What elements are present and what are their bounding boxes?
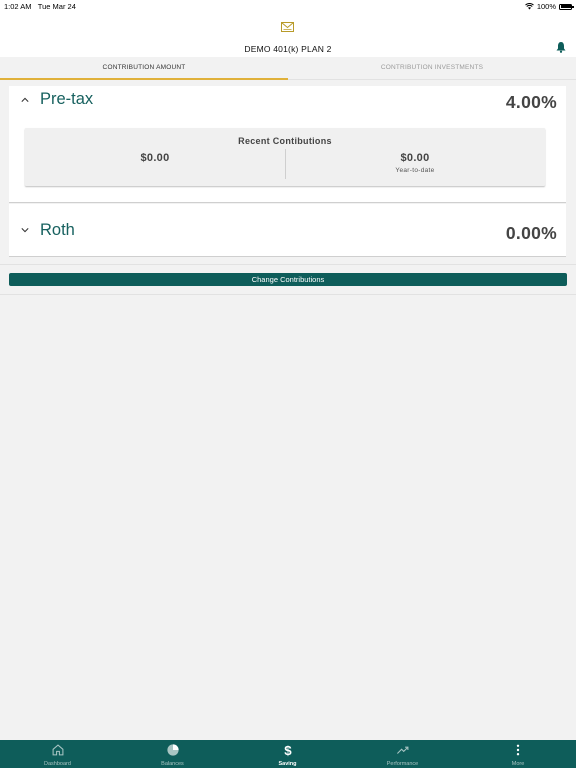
bottom-navigation: Dashboard Balances $ Saving Performance …	[0, 740, 576, 768]
recent-contributions-title: Recent Contibutions	[238, 136, 332, 146]
nav-saving[interactable]: $ Saving	[230, 740, 345, 768]
roth-card: Roth 0.00%	[9, 204, 566, 257]
nav-dashboard-label: Dashboard	[44, 761, 71, 767]
nav-more[interactable]: More	[460, 740, 576, 768]
nav-saving-label: Saving	[278, 761, 297, 767]
nav-performance[interactable]: Performance	[345, 740, 460, 768]
home-icon	[52, 744, 63, 756]
status-time-date: 1:02 AM Tue Mar 24	[4, 2, 76, 11]
tab-contribution-investments[interactable]: CONTRIBUTION INVESTMENTS	[288, 57, 576, 80]
plan-logo-icon	[281, 22, 294, 32]
status-bar: 1:02 AM Tue Mar 24 100%	[0, 0, 576, 14]
battery-percent: 100%	[536, 2, 556, 11]
pretax-card: Pre-tax 4.00% Recent Contibutions $0.00 …	[9, 86, 566, 203]
more-vertical-icon	[516, 744, 520, 756]
nav-more-label: More	[511, 761, 525, 767]
ytd-caption: Year-to-date	[395, 167, 435, 174]
tab-contribution-amount[interactable]: CONTRIBUTION AMOUNT	[0, 57, 288, 80]
recent-contributions-panel: Recent Contibutions $0.00 $0.00 Year-to-…	[25, 128, 545, 186]
chevron-down-icon[interactable]	[21, 227, 29, 233]
nav-balances[interactable]: Balances	[115, 740, 230, 768]
status-right: 100%	[524, 2, 574, 11]
contribution-tabs: CONTRIBUTION AMOUNT CONTRIBUTION INVESTM…	[0, 57, 576, 80]
app-header: DEMO 401(k) PLAN 2	[0, 14, 576, 57]
nav-dashboard[interactable]: Dashboard	[0, 740, 115, 768]
nav-balances-label: Balances	[161, 761, 184, 767]
notification-bell-icon[interactable]	[556, 41, 566, 53]
plan-name: DEMO 401(k) PLAN 2	[244, 44, 332, 54]
nav-performance-label: Performance	[386, 761, 419, 767]
change-contributions-button[interactable]: Change Contributions	[9, 273, 567, 286]
trend-icon	[396, 746, 408, 754]
pretax-label[interactable]: Pre-tax	[40, 90, 93, 109]
pie-chart-icon	[166, 744, 179, 756]
roth-label[interactable]: Roth	[40, 221, 75, 240]
divider-line	[0, 264, 576, 265]
wifi-icon	[524, 3, 534, 10]
recent-amount: $0.00	[140, 152, 170, 164]
battery-icon	[559, 3, 574, 10]
ytd-amount: $0.00	[400, 152, 430, 164]
svg-text:$: $	[284, 743, 292, 757]
dollar-icon: $	[284, 743, 292, 757]
roth-percent: 0.00%	[505, 223, 557, 243]
pretax-percent: 4.00%	[505, 92, 557, 112]
chevron-up-icon[interactable]	[21, 97, 29, 103]
divider-line	[0, 294, 576, 295]
